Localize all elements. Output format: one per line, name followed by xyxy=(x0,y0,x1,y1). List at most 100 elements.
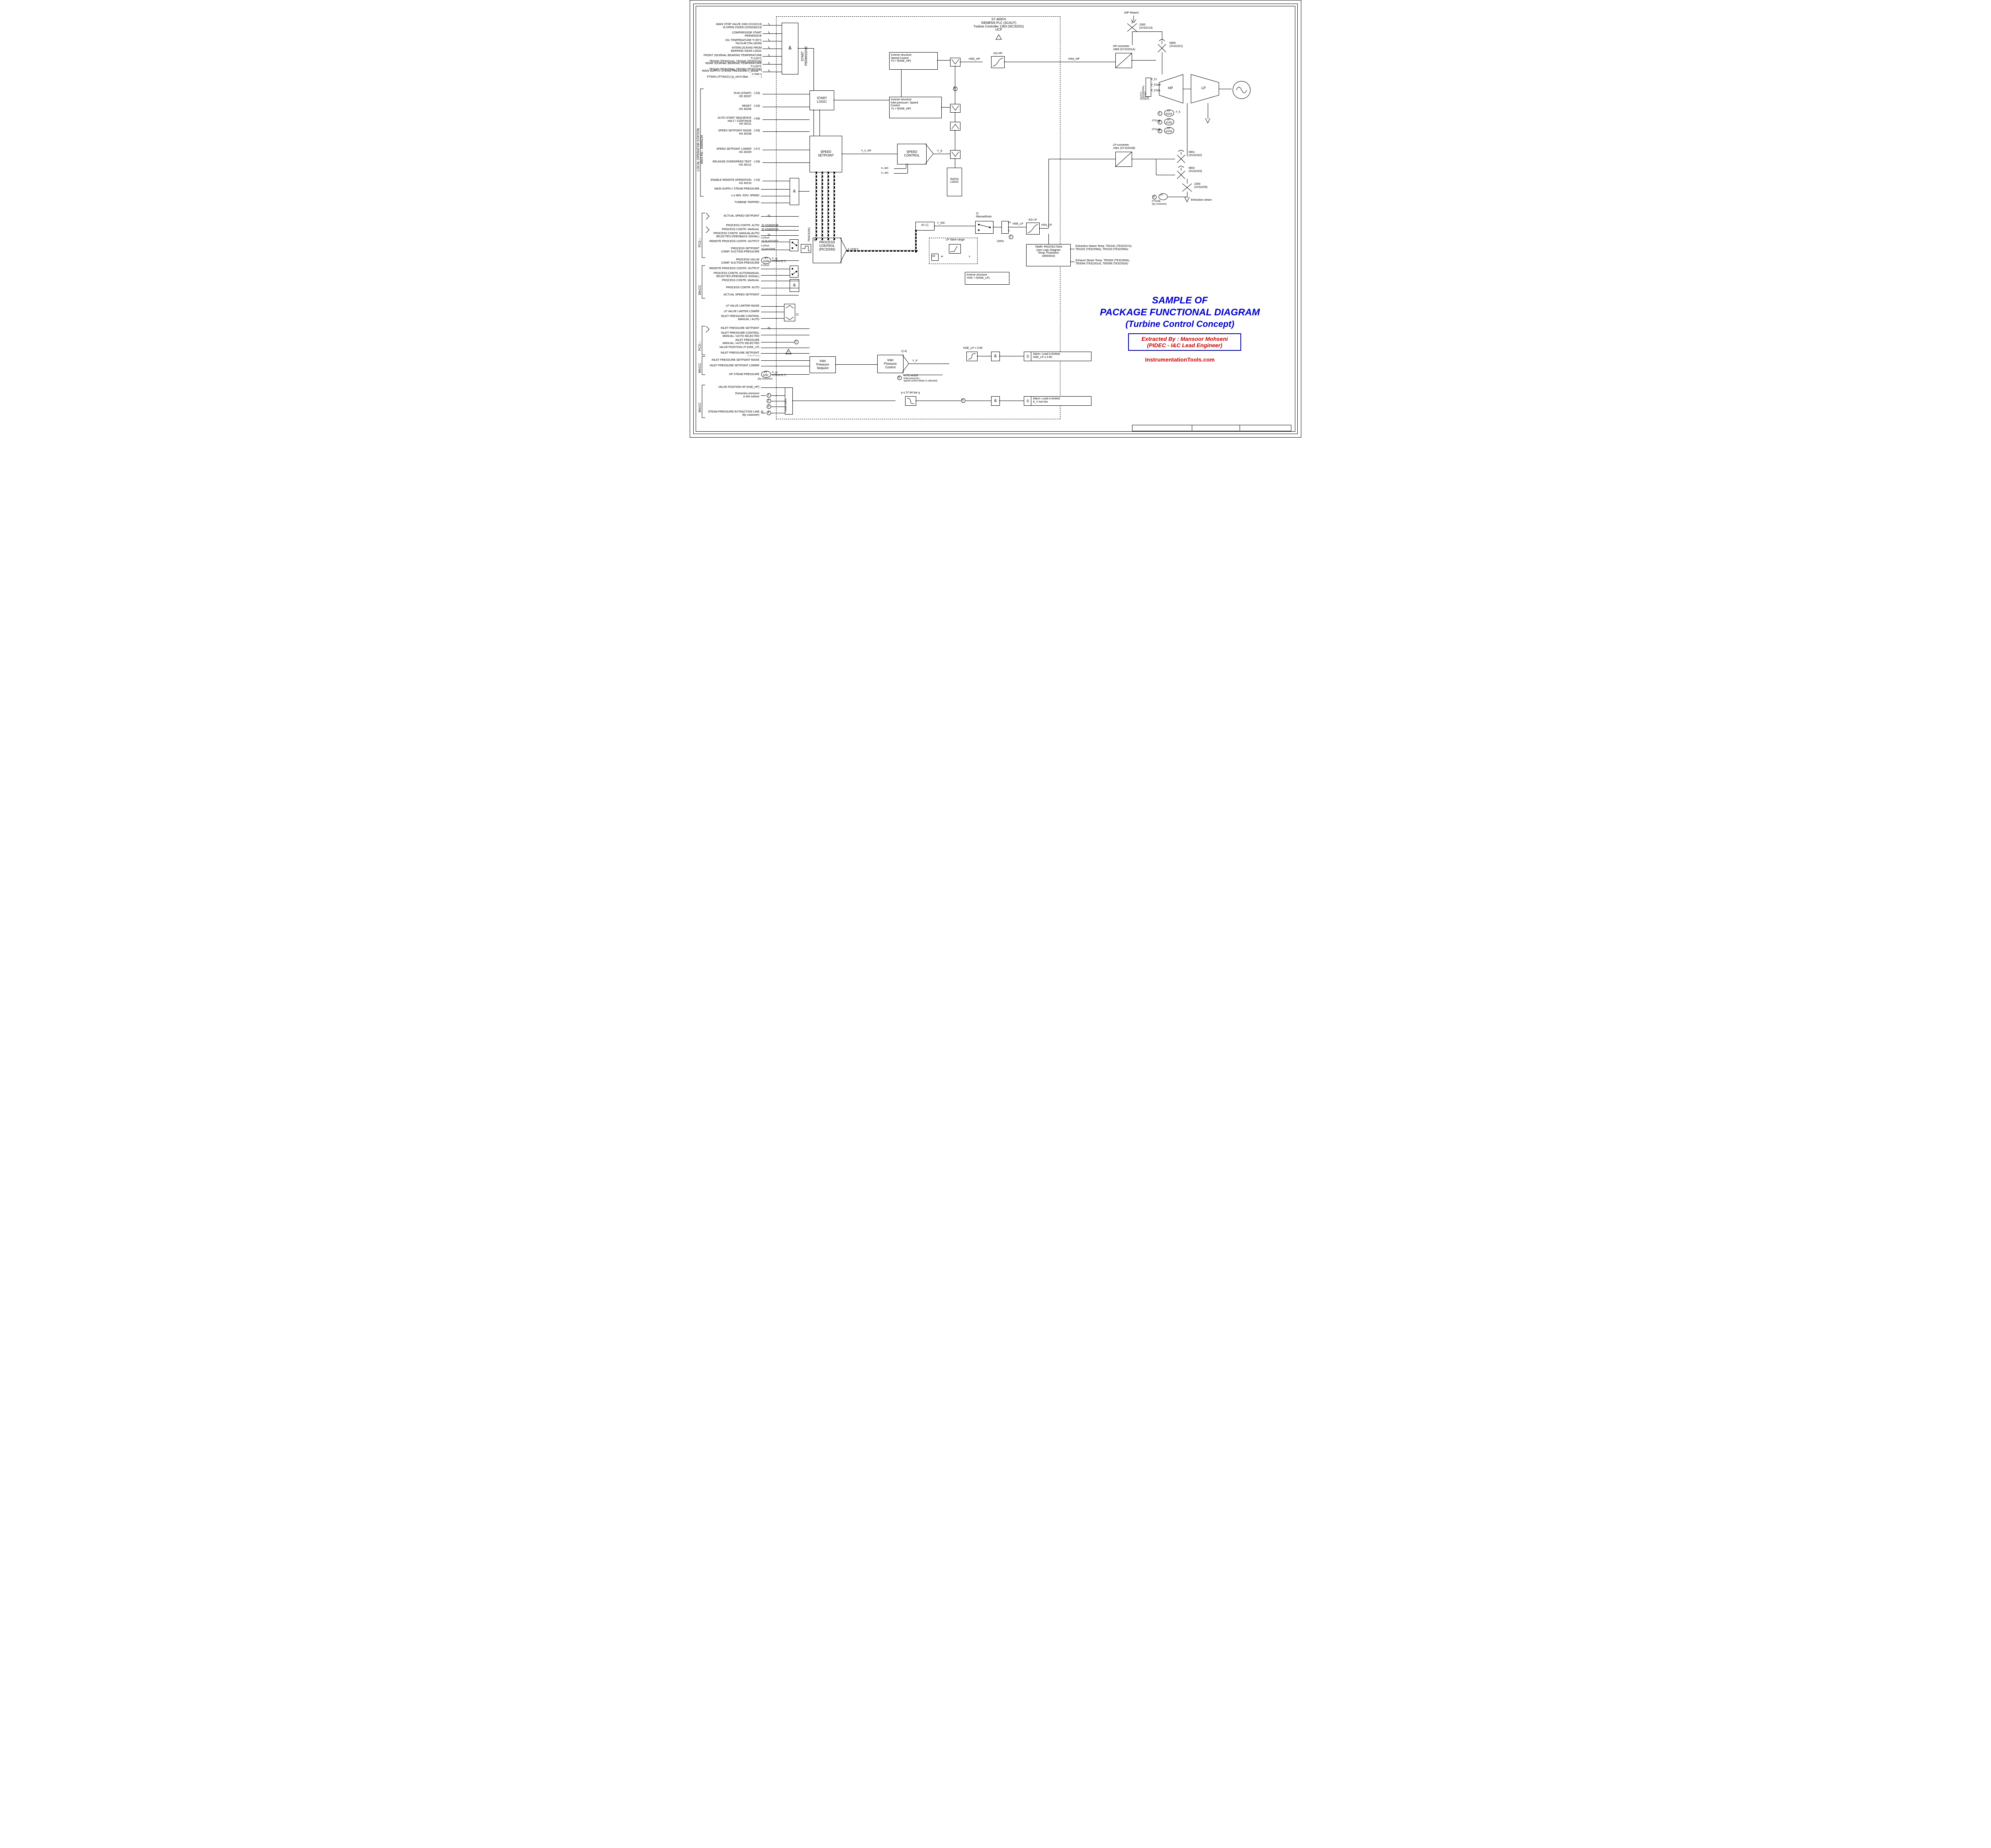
wm-box: Extracted By : Mansoor Mohseni (PIDEC - … xyxy=(1128,333,1241,351)
cc4: 4 xyxy=(768,411,769,415)
hsahp-lbl: HSA_HP xyxy=(1068,58,1080,61)
and-alarm2: & xyxy=(991,396,1000,406)
pcs-a9: PROCESS CONTR. AUTO/MANUAL SELECTED (FEE… xyxy=(708,272,759,278)
lp-4: INLET PRESSURE SETPOINT xyxy=(708,327,759,330)
hp-lbl: HP xyxy=(1168,86,1173,90)
xv2350-lbl: 2350 (XV32205) xyxy=(1194,183,1207,189)
pcs-a7: PROCESS VALUE COMP. SUCTION PRESSURE xyxy=(708,258,759,264)
pcs-420b: 4-20mA xyxy=(761,245,769,248)
pcs-a3: PROCESS CONTR. MANUAL xyxy=(708,228,759,231)
generator-icon xyxy=(1232,80,1252,100)
lp-5: INLET PRESSURE CONTROL MANUAL / AUTO SEL… xyxy=(708,332,759,338)
hsehp-lbl: HSE_HP xyxy=(969,58,980,61)
c5: 5 xyxy=(898,376,900,379)
perm-vtext: START PERMISSIVE xyxy=(801,38,808,74)
permissive-and-gate: & xyxy=(782,23,798,74)
wincc-lbl3: WinCC xyxy=(698,393,702,413)
s-latch-2: S xyxy=(1024,396,1032,406)
pt0162-lbl: PT0162 xyxy=(1152,120,1160,123)
tracking-lbl: TRACKING xyxy=(808,222,811,242)
perm-4: INTERLOCKING FROM BARRING GEAR LOGIC xyxy=(699,47,762,53)
lp-converter-block xyxy=(1115,152,1132,167)
manual-auto-lbl: 2) Manual/Auto xyxy=(976,212,992,218)
x-lbl: x xyxy=(969,255,970,258)
los-trip: TURBINE TRIPPED xyxy=(704,201,759,204)
lo-limit-block xyxy=(905,396,916,406)
hp-conv-lbl: HP-converter 1680 (SY32201A) xyxy=(1113,45,1135,51)
lp-conv-lbl: LP-converter 1681 (SY32201B) xyxy=(1113,144,1135,150)
los-run-tag: (-S5) xyxy=(754,92,760,95)
kg-lp-lbl: KG-LP xyxy=(1029,219,1037,222)
bar-limit-lbl: p ≤ 37.84 bar g xyxy=(901,391,920,395)
valve-2350 xyxy=(1182,184,1192,192)
yhic-lbl: Y_HIC xyxy=(937,222,945,225)
lp-9: INLET PRESSURE SETPOINT RAISE xyxy=(708,359,759,362)
valve-icon xyxy=(1127,23,1137,31)
hl-limiter xyxy=(1001,221,1009,234)
and-gate-pcs: & xyxy=(790,279,799,292)
sv0801-lbl: 0801 (SV32202) xyxy=(1189,151,1202,157)
lp-7: VALVE POSITION LP (HSE_LP) xyxy=(708,346,759,349)
hse095-lbl: HSE_LP = 0.95 xyxy=(963,347,982,350)
pcs2-lbl2: PCS↑↓ xyxy=(698,332,702,351)
wincc-lbl: WinCC xyxy=(698,271,702,295)
pt0163-lbl: PT0163 xyxy=(1152,129,1160,131)
wm-site: InstrumentationTools.com xyxy=(1088,356,1271,363)
ratio-logic-block: RATIO LOGIC xyxy=(947,168,962,196)
wincc-lbl2: WinCC xyxy=(698,359,702,373)
lp-6: INLET PRESSURE MANUAL / AUTO SELECTED xyxy=(708,339,759,345)
wm-l1: SAMPLE OF xyxy=(1088,295,1271,306)
speed-setpoint-block: SPEED SETPOINT xyxy=(810,136,842,172)
pcs-a12: ACTUAL SPEED SETPOINT xyxy=(708,293,759,297)
pcs-a11: PROCESS CONTR. AUTO xyxy=(708,286,759,289)
ext-v1: VALVE POSITION HP (HSE_HP) xyxy=(708,386,759,389)
xv2300-lbl: 2300 (XV32213) xyxy=(1139,23,1152,29)
pcs-a6: PROCESS SETPOINT COMP. SUCTION PRESSURE xyxy=(708,247,759,253)
exh-temp-lbl: Exhaust Steam Temp. TE0093 (TE32260A), T… xyxy=(1076,259,1130,265)
los-ost: RELEASE OVERSPEED TEST HS 30212 xyxy=(704,160,751,166)
start-logic-block: START LOGIC xyxy=(810,90,834,110)
pe1-lbl: P_E1 xyxy=(1151,78,1157,81)
circle1-lp: 1 xyxy=(795,340,797,344)
lp-11pt: PT 3250 xyxy=(763,372,768,377)
hselp-lbl: HSE_LP xyxy=(1013,223,1023,226)
h-lbl: H xyxy=(1009,221,1011,225)
wm-b1: Extracted By : Mansoor Mohseni xyxy=(1133,336,1236,342)
pt1n: 1 xyxy=(1159,112,1160,115)
lp-8sub: (Inlet Press) xyxy=(747,355,760,358)
drawing-sheet: S7-400FH SIEMENS PLC (SCAUT) Turbine Con… xyxy=(690,0,1301,438)
los-run: RUN (START) HS 30207 xyxy=(704,92,751,98)
los-raise: SPEED SETPOINT RAISE HS 30208 xyxy=(704,129,751,135)
hsalp-lbl: HSA_LP xyxy=(1041,224,1052,227)
alarm2-box: Alarm: Load is limited; A_V too low xyxy=(1031,396,1091,406)
perm-1: MAIN STOP VALVE 2300 (XV32213) IS OPEN Z… xyxy=(699,23,762,29)
wm-l3: (Turbine Control Concept) xyxy=(1088,319,1271,329)
los-ost-tag: (-S9) xyxy=(754,160,760,164)
los-reset: RESET HS 30206 xyxy=(704,105,751,111)
control-valve-0801 xyxy=(1175,151,1187,163)
max-sel xyxy=(950,122,960,131)
hp-steam-lbl: (HP-Steam) xyxy=(1124,12,1139,15)
min-ys xyxy=(950,150,960,159)
inv-struct-lp: Inverse structure YHIC = f(HSE_LP) xyxy=(965,272,1009,285)
pcs-a4: PROCESS CONTR. MANUAL/AUTO SELECTED (FEE… xyxy=(708,232,759,238)
note24: 2) 4) xyxy=(901,350,907,353)
pt2-lbl: PT 30255 xyxy=(1166,119,1172,124)
kg-hp-block xyxy=(991,56,1005,68)
pcs-a8: REMOTE PROCESS CONTR. OUTPUT xyxy=(708,267,759,270)
cc5: 5 xyxy=(962,399,964,402)
note1: 1 xyxy=(1010,235,1011,239)
pcs-a7-pt: PT 30266 xyxy=(763,258,770,263)
los-lower-tag: (-S7) xyxy=(754,148,760,151)
sv0800-lbl: 0800 (SV32201) xyxy=(1170,42,1183,48)
pt0256-lbl: PT0256 (by customer) xyxy=(1152,200,1167,205)
hp-converter-block xyxy=(1115,53,1132,68)
los-lower: SPEED SETPOINT LOWER HS 30209 xyxy=(704,148,751,154)
process-control-block: PROCESS CONTROL (PIC32260) 8) xyxy=(813,238,841,263)
pcs-a5: REMOTE PROCESS CONTR. OUTPUT xyxy=(708,240,759,243)
lp-limiter-box xyxy=(784,304,795,321)
cc1: 1 xyxy=(768,394,769,397)
inlet-setpoint-block: Inlet Pressure Setpoint xyxy=(810,356,836,373)
hi-limit-block xyxy=(966,352,978,361)
l-lbl: L xyxy=(1009,229,1010,233)
